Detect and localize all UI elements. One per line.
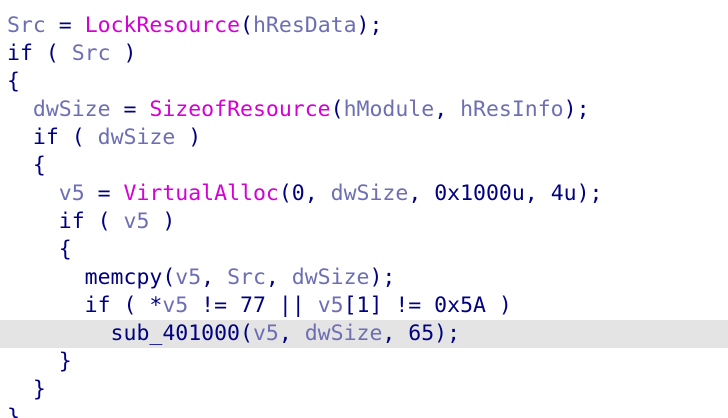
keyword: if bbox=[32, 125, 59, 150]
code-text: , bbox=[265, 265, 292, 290]
identifier[interactable]: v5 bbox=[124, 209, 150, 234]
function-name[interactable]: VirtualAlloc bbox=[124, 181, 279, 206]
code-text: ( * bbox=[110, 293, 163, 318]
identifier[interactable]: Src bbox=[7, 13, 46, 38]
code-text: } bbox=[7, 405, 20, 418]
function-name[interactable]: LockResource bbox=[85, 13, 240, 38]
code-line[interactable]: if ( Src ) bbox=[0, 40, 728, 68]
function-name[interactable]: SizeofResource bbox=[149, 97, 330, 122]
code-text: (0, bbox=[278, 181, 331, 206]
code-text: sub_401000( bbox=[7, 321, 253, 346]
code-text: } bbox=[7, 377, 46, 402]
code-text: = bbox=[84, 181, 124, 206]
code-line[interactable]: } bbox=[0, 376, 728, 404]
code-text: ( bbox=[32, 41, 72, 66]
code-text: memcpy( bbox=[7, 265, 176, 290]
code-text: != 77 || bbox=[188, 293, 318, 318]
code-text: = bbox=[45, 13, 85, 38]
code-line[interactable]: { bbox=[0, 152, 728, 180]
identifier[interactable]: hModule bbox=[344, 97, 435, 122]
code-line[interactable]: if ( dwSize ) bbox=[0, 124, 728, 152]
pseudocode-view[interactable]: Src = LockResource(hResData); if ( Src ){… bbox=[0, 0, 728, 418]
identifier[interactable]: hResInfo bbox=[460, 97, 564, 122]
code-line[interactable]: v5 = VirtualAlloc(0, dwSize, 0x1000u, 4u… bbox=[0, 180, 728, 208]
code-line[interactable]: memcpy(v5, Src, dwSize); bbox=[0, 264, 728, 292]
identifier[interactable]: v5 bbox=[253, 321, 279, 346]
identifier[interactable]: v5 bbox=[175, 265, 201, 290]
identifier[interactable]: Src bbox=[227, 265, 266, 290]
code-text: , 0x1000u, 4u); bbox=[408, 181, 603, 206]
code-text: ); bbox=[356, 13, 383, 38]
keyword: if bbox=[84, 293, 111, 318]
code-text: ( bbox=[58, 125, 98, 150]
identifier[interactable]: v5 bbox=[162, 293, 188, 318]
code-text: ) bbox=[175, 125, 202, 150]
code-line[interactable]: } bbox=[0, 404, 728, 418]
code-text: } bbox=[7, 349, 72, 374]
code-text: ) bbox=[110, 41, 137, 66]
code-text: { bbox=[7, 153, 46, 178]
code-text: ); bbox=[369, 265, 396, 290]
code-text: [1] != 0x5A ) bbox=[343, 293, 512, 318]
code-line-highlighted[interactable]: sub_401000(v5, dwSize, 65); bbox=[0, 320, 728, 348]
code-text: ( bbox=[330, 97, 344, 122]
code-line[interactable]: dwSize = SizeofResource(hModule, hResInf… bbox=[0, 96, 728, 124]
identifier[interactable]: dwSize bbox=[292, 265, 370, 290]
code-text: ); bbox=[563, 97, 590, 122]
code-line[interactable]: Src = LockResource(hResData); bbox=[0, 12, 728, 40]
code-text: ) bbox=[149, 209, 176, 234]
identifier[interactable]: dwSize bbox=[98, 125, 176, 150]
identifier[interactable]: dwSize bbox=[305, 321, 383, 346]
code-line[interactable]: { bbox=[0, 68, 728, 96]
code-text: , bbox=[278, 321, 305, 346]
identifier[interactable]: v5 bbox=[59, 181, 85, 206]
code-line[interactable]: if ( *v5 != 77 || v5[1] != 0x5A ) bbox=[0, 292, 728, 320]
code-text: ( bbox=[240, 13, 253, 38]
code-line[interactable]: } bbox=[0, 348, 728, 376]
identifier[interactable]: dwSize bbox=[331, 181, 409, 206]
identifier[interactable]: Src bbox=[72, 41, 111, 66]
code-text: { bbox=[7, 237, 72, 262]
code-text: = bbox=[110, 97, 150, 122]
code-line[interactable]: { bbox=[0, 236, 728, 264]
identifier[interactable]: hResData bbox=[253, 13, 357, 38]
code-text: ( bbox=[84, 209, 124, 234]
code-text: { bbox=[7, 69, 20, 94]
code-text: , 65); bbox=[382, 321, 461, 346]
keyword: if bbox=[58, 209, 85, 234]
code-text: , bbox=[434, 97, 461, 122]
keyword: if bbox=[7, 41, 33, 66]
code-line[interactable]: if ( v5 ) bbox=[0, 208, 728, 236]
identifier[interactable]: v5 bbox=[318, 293, 344, 318]
code-text: , bbox=[201, 265, 228, 290]
identifier[interactable]: dwSize bbox=[33, 97, 111, 122]
